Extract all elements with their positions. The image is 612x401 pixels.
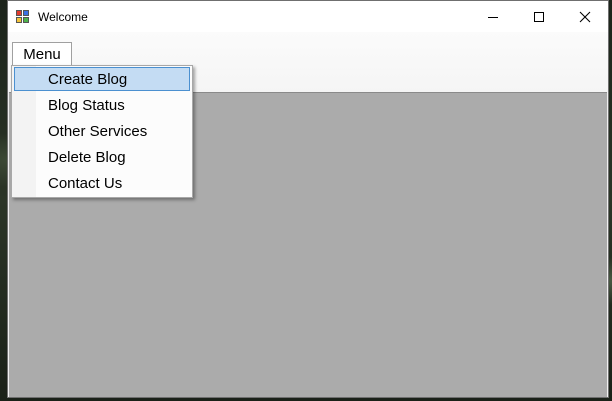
menu-item-label: Create Blog xyxy=(48,70,128,88)
menu-item-label: Blog Status xyxy=(48,96,125,114)
title-bar[interactable]: Welcome xyxy=(8,1,608,32)
close-button[interactable] xyxy=(562,1,608,32)
menu-item-label: Delete Blog xyxy=(48,148,126,166)
menu-item-blog-status[interactable]: Blog Status xyxy=(14,93,190,117)
menu-item-contact-us[interactable]: Contact Us xyxy=(14,171,190,195)
menu-item-label: Contact Us xyxy=(48,174,123,192)
maximize-button[interactable] xyxy=(516,1,562,32)
menu-item-delete-blog[interactable]: Delete Blog xyxy=(14,145,190,169)
close-icon xyxy=(579,11,591,22)
main-window: Welcome Menu xyxy=(7,0,609,398)
menu-root-item[interactable]: Menu xyxy=(12,42,72,66)
menu-item-label: Other Services xyxy=(48,122,148,140)
minimize-button[interactable] xyxy=(470,1,516,32)
menu-item-other-services[interactable]: Other Services xyxy=(14,119,190,143)
menu-item-create-blog[interactable]: Create Blog xyxy=(14,67,190,91)
winforms-app-icon xyxy=(16,9,32,25)
caption-buttons xyxy=(470,1,608,32)
minimize-icon xyxy=(488,16,498,18)
menu-dropdown: Create Blog Blog Status Other Services D… xyxy=(11,65,193,198)
window-title: Welcome xyxy=(38,9,88,24)
maximize-icon xyxy=(534,11,544,22)
